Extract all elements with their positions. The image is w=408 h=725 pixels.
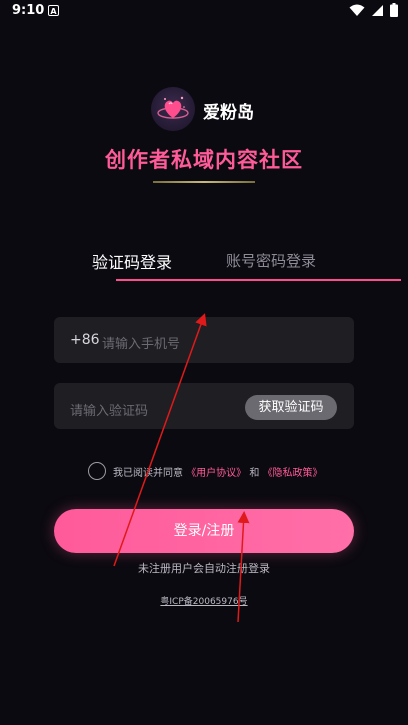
tab-underline bbox=[116, 279, 401, 281]
agreement-prefix: 我已阅读并同意 bbox=[113, 468, 183, 479]
agreement-text: 我已阅读并同意 《用户协议》 和 《隐私政策》 bbox=[113, 464, 323, 479]
app-name: 爱粉岛 bbox=[203, 103, 254, 123]
signal-icon bbox=[372, 4, 383, 16]
notification-icon: A bbox=[48, 5, 59, 16]
get-code-button[interactable]: 获取验证码 bbox=[245, 395, 337, 420]
heart-logo-icon bbox=[157, 96, 189, 119]
agreement-checkbox[interactable] bbox=[88, 462, 106, 480]
tab-sms-login[interactable]: 验证码登录 bbox=[92, 249, 172, 273]
slogan-divider bbox=[153, 181, 255, 183]
user-agreement-link[interactable]: 《用户协议》 bbox=[186, 468, 246, 479]
agreement-and: 和 bbox=[249, 468, 260, 479]
tab-password-login[interactable]: 账号密码登录 bbox=[226, 250, 316, 271]
privacy-policy-link[interactable]: 《隐私政策》 bbox=[263, 468, 323, 479]
login-register-button[interactable]: 登录/注册 bbox=[54, 509, 354, 553]
auto-register-hint: 未注册用户会自动注册登录 bbox=[138, 562, 270, 575]
phone-placeholder: 请输入手机号 bbox=[102, 337, 181, 352]
country-code[interactable]: +86 bbox=[70, 332, 100, 348]
icp-link[interactable]: 粤ICP备20065976号 bbox=[0, 594, 408, 607]
battery-icon bbox=[390, 3, 398, 17]
code-placeholder: 请输入验证码 bbox=[70, 404, 149, 419]
wifi-icon bbox=[349, 4, 365, 16]
app-logo bbox=[151, 87, 195, 131]
slogan: 创作者私域内容社区 bbox=[105, 148, 303, 172]
status-icons bbox=[349, 3, 398, 17]
status-time: 9:10 bbox=[12, 3, 45, 18]
